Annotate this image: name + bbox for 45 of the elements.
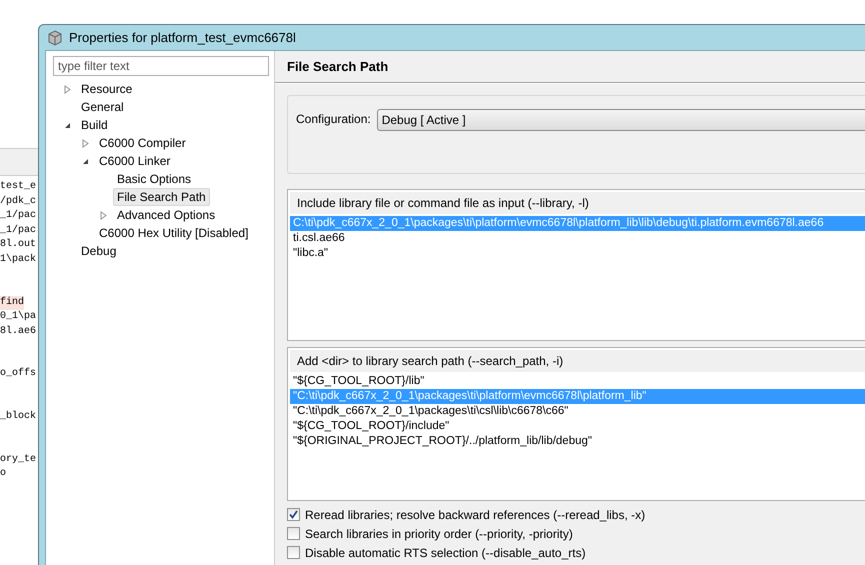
code-line: o	[0, 467, 6, 482]
checkbox[interactable]	[287, 508, 300, 521]
list-header: Add <dir> to library search path (--search_path, -i)	[290, 350, 865, 372]
tree-item[interactable]: General	[77, 98, 128, 116]
code-line: 0_1\pa	[0, 310, 36, 324]
filter-field[interactable]: type filter text	[53, 56, 269, 76]
list-header: Include library file or command file as input (--library, -l)	[290, 192, 865, 214]
code-line: 8l.ae6	[0, 324, 36, 339]
configuration-label: Configuration:	[296, 111, 371, 128]
tree-item[interactable]: C6000 Hex Utility [Disabled]	[95, 224, 252, 242]
list-item[interactable]: ti.csl.ae66	[290, 231, 865, 246]
code-line: ory_te	[0, 452, 36, 467]
editor-tab-bar	[0, 148, 38, 176]
tree-item[interactable]: Advanced Options	[113, 206, 220, 224]
tree-item[interactable]: C6000 Linker	[95, 152, 174, 170]
code-line: /pdk_c	[0, 194, 36, 209]
code-line: o_offs	[0, 367, 36, 382]
code-line: _1/pac	[0, 224, 36, 238]
code-line: _block	[0, 410, 36, 424]
checkbox[interactable]	[287, 527, 300, 540]
list-item[interactable]: "${CG_TOOL_ROOT}/lib"	[290, 374, 865, 389]
option-label: Search libraries in priority order (--priority, -priority)	[305, 526, 573, 540]
option-label: Disable automatic RTS selection (--disable_auto_rts)	[305, 546, 586, 560]
page-title: File Search Path	[275, 51, 865, 83]
tree-item[interactable]: Resource	[77, 80, 136, 98]
code-line: test_e	[0, 180, 36, 194]
tree-item[interactable]: Build	[77, 116, 112, 134]
tree-item[interactable]: File Search Path	[113, 188, 210, 206]
list-item[interactable]: "libc.a"	[290, 246, 865, 261]
tree-item[interactable]: C6000 Compiler	[95, 134, 190, 152]
expander-icon[interactable]	[81, 156, 90, 166]
option-label: Reread libraries; resolve backward references (--reread_libs, -x)	[305, 508, 646, 522]
tree-item[interactable]: Debug	[77, 242, 120, 260]
expander-icon[interactable]	[63, 120, 72, 130]
checkbox[interactable]	[287, 546, 300, 559]
list-item[interactable]: "C:\ti\pdk_c667x_2_0_1\packages\ti\csl\lib\c6678\c66"	[290, 404, 865, 419]
code-line: _1/pac	[0, 209, 36, 224]
cube-icon	[47, 30, 63, 46]
tree-item[interactable]: Basic Options	[113, 170, 196, 188]
code-line: 8l.out	[0, 238, 36, 252]
code-line: 1\pack	[0, 252, 36, 267]
configuration-dropdown[interactable]: Debug [ Active ]	[376, 109, 865, 131]
window-title: Properties for platform_test_evmc6678l	[69, 30, 296, 45]
list-item[interactable]: "${CG_TOOL_ROOT}/include"	[290, 419, 865, 434]
list-item[interactable]: "${ORIGINAL_PROJECT_ROOT}/../platform_lib/lib/debug"	[290, 434, 865, 449]
